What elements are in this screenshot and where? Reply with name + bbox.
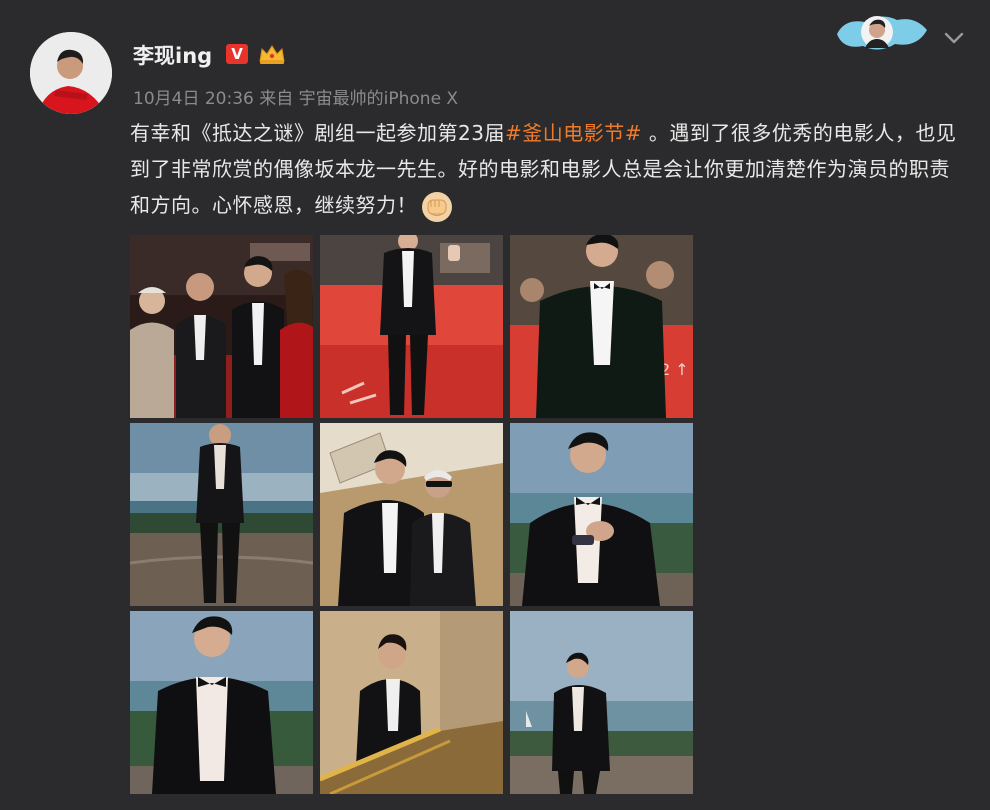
photo-7[interactable] bbox=[130, 611, 313, 794]
username[interactable]: 李现ing bbox=[133, 40, 212, 70]
fist-emoji-icon bbox=[421, 191, 453, 223]
photo-8[interactable] bbox=[320, 611, 503, 794]
hashtag-link[interactable]: #釜山电影节# bbox=[505, 121, 642, 145]
chevron-down-icon[interactable] bbox=[942, 28, 966, 48]
photo-6[interactable] bbox=[510, 423, 693, 606]
membership-badge-icon[interactable] bbox=[835, 8, 930, 56]
photo-grid: 2 ↑ bbox=[130, 235, 693, 795]
photo-9[interactable] bbox=[510, 611, 693, 794]
post-text-start: 有幸和《抵达之谜》剧组一起参加第23届 bbox=[130, 121, 505, 145]
photo-5[interactable] bbox=[320, 423, 503, 606]
photo-4[interactable] bbox=[130, 423, 313, 606]
photo-3[interactable]: 2 ↑ bbox=[510, 235, 693, 418]
photo-2[interactable] bbox=[320, 235, 503, 418]
photo-1[interactable] bbox=[130, 235, 313, 418]
user-avatar[interactable] bbox=[30, 32, 112, 114]
post-text: 有幸和《抵达之谜》剧组一起参加第23届#釜山电影节# 。遇到了很多优秀的电影人，… bbox=[130, 115, 965, 223]
verified-badge[interactable]: V bbox=[226, 44, 248, 64]
post-meta: 10月4日 20:36 来自 宇宙最帅的iPhone X bbox=[133, 89, 459, 109]
crown-icon[interactable] bbox=[258, 43, 286, 65]
